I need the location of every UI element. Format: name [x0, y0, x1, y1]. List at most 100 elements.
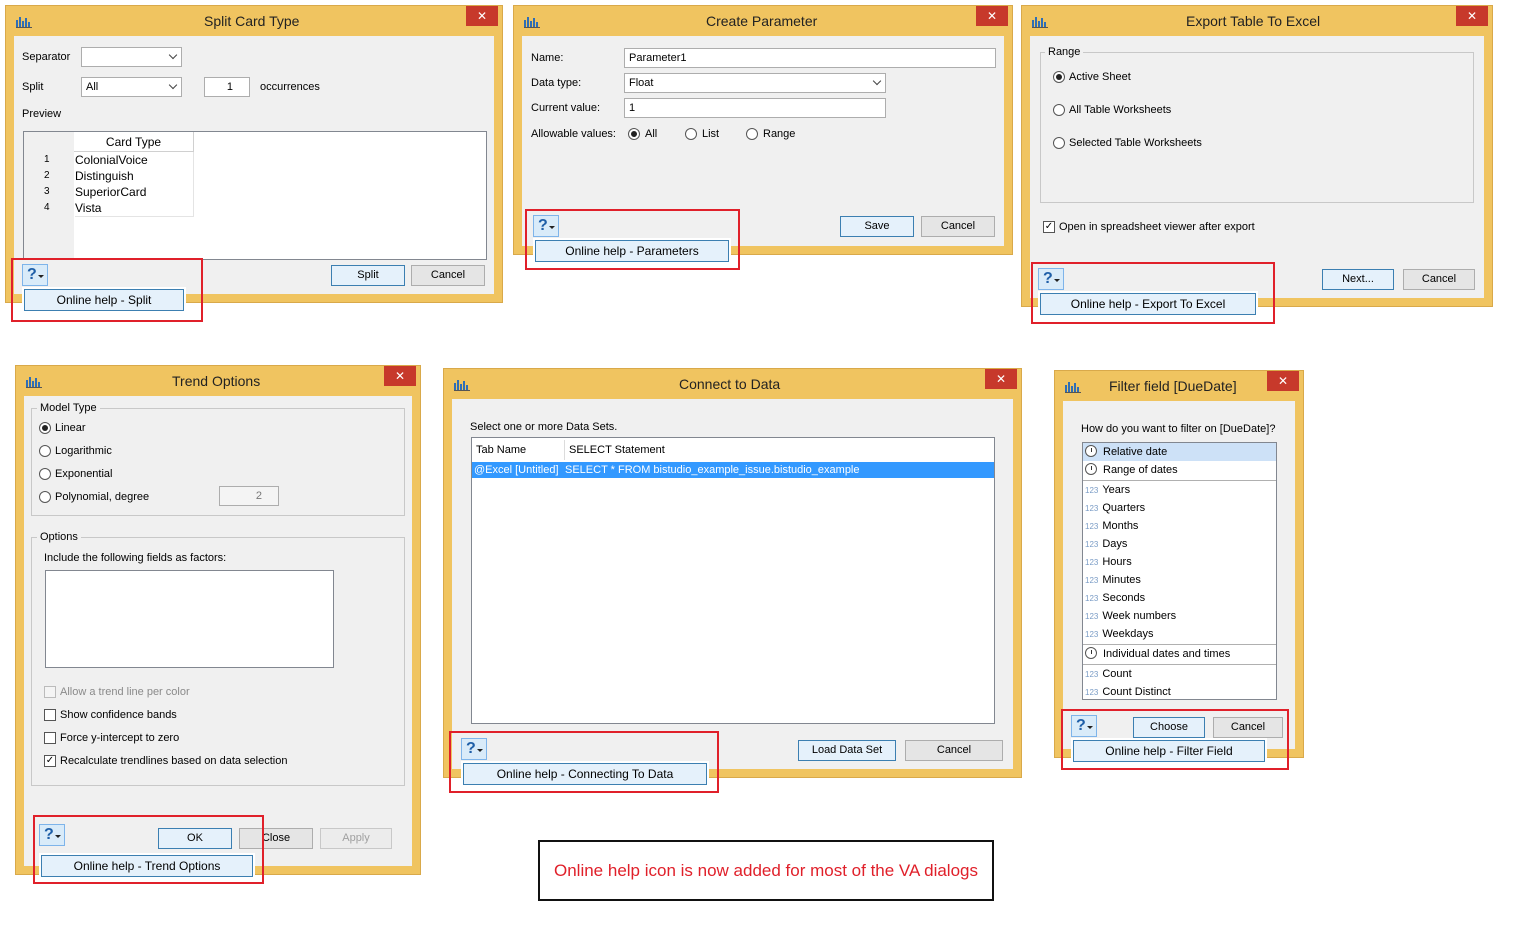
- close-icon[interactable]: ✕: [384, 366, 416, 386]
- number-type-icon: 123: [1085, 522, 1099, 531]
- question-mark-icon: ?: [1043, 270, 1053, 287]
- cancel-button[interactable]: Cancel: [1403, 269, 1475, 290]
- load-dataset-button[interactable]: Load Data Set: [798, 740, 896, 761]
- list-item[interactable]: Range of dates: [1083, 461, 1276, 479]
- chart-app-icon: [1065, 382, 1081, 393]
- occurrences-stepper[interactable]: 1: [204, 77, 250, 97]
- title-bar[interactable]: Connect to Data ✕: [444, 369, 1021, 399]
- list-item[interactable]: 123 Quarters: [1083, 499, 1276, 517]
- table-row[interactable]: 4 Vista: [24, 200, 194, 217]
- row-number: 2: [44, 170, 50, 181]
- help-dropdown-button[interactable]: ?: [22, 264, 48, 286]
- list-item[interactable]: 123 Weekdays: [1083, 625, 1276, 643]
- dialog-title: Split Card Type: [204, 13, 300, 29]
- help-dropdown-button[interactable]: ?: [461, 738, 487, 760]
- chevron-down-icon: [168, 80, 178, 90]
- current-value-input[interactable]: 1: [624, 98, 886, 118]
- table-row[interactable]: 2 Distinguish: [24, 168, 194, 185]
- save-button[interactable]: Save: [840, 216, 914, 237]
- number-type-icon: 123: [1085, 594, 1099, 603]
- radio-active-sheet[interactable]: [1053, 71, 1065, 83]
- select-datasets-label: Select one or more Data Sets.: [470, 421, 618, 433]
- title-bar[interactable]: Filter field [DueDate] ✕: [1055, 371, 1303, 401]
- list-item[interactable]: 123 Seconds: [1083, 589, 1276, 607]
- chart-app-icon: [26, 377, 42, 388]
- radio-all-worksheets-label: All Table Worksheets: [1069, 104, 1172, 116]
- list-item[interactable]: 123 Minutes: [1083, 571, 1276, 589]
- title-bar[interactable]: Create Parameter ✕: [514, 6, 1012, 36]
- online-help-menu-item[interactable]: Online help - Parameters: [535, 240, 729, 262]
- online-help-menu-item[interactable]: Online help - Filter Field: [1073, 740, 1265, 762]
- help-dropdown-button[interactable]: ?: [533, 215, 559, 237]
- radio-list[interactable]: [685, 128, 697, 140]
- factors-list[interactable]: [45, 570, 334, 668]
- title-bar[interactable]: Export Table To Excel ✕: [1022, 6, 1492, 36]
- range-label: Range: [1045, 46, 1084, 58]
- recalculate-checkbox[interactable]: ✓: [44, 755, 56, 767]
- list-item[interactable]: 123 Count: [1083, 665, 1276, 683]
- help-dropdown-button[interactable]: ?: [1071, 715, 1097, 737]
- list-item[interactable]: 123 Years: [1083, 481, 1276, 499]
- radio-linear-label: Linear: [55, 422, 86, 434]
- data-type-combo[interactable]: Float: [624, 73, 886, 93]
- help-dropdown-button[interactable]: ?: [39, 824, 65, 846]
- dropdown-arrow-icon: [549, 226, 555, 229]
- cancel-button[interactable]: Cancel: [921, 216, 995, 237]
- online-help-menu-item[interactable]: Online help - Trend Options: [41, 855, 253, 877]
- cancel-button[interactable]: Cancel: [905, 740, 1003, 761]
- confidence-bands-checkbox[interactable]: [44, 709, 56, 721]
- list-item[interactable]: Relative date: [1083, 443, 1276, 461]
- column-header: Card Type: [74, 132, 194, 152]
- close-icon[interactable]: ✕: [976, 6, 1008, 26]
- question-mark-icon: ?: [538, 217, 548, 234]
- list-item[interactable]: 123 Count Distinct: [1083, 683, 1276, 701]
- list-item[interactable]: 123 Hours: [1083, 553, 1276, 571]
- online-help-menu-item[interactable]: Online help - Export To Excel: [1040, 293, 1256, 315]
- dropdown-arrow-icon: [1087, 726, 1093, 729]
- radio-polynomial[interactable]: [39, 491, 51, 503]
- online-help-menu-item[interactable]: Online help - Split: [24, 289, 184, 311]
- help-dropdown-button[interactable]: ?: [1038, 268, 1064, 290]
- radio-logarithmic[interactable]: [39, 445, 51, 457]
- intercept-zero-checkbox[interactable]: [44, 732, 56, 744]
- list-item[interactable]: Individual dates and times: [1083, 645, 1276, 663]
- current-value-label: Current value:: [531, 102, 601, 114]
- preview-grid[interactable]: Card Type 1 ColonialVoice 2 Distinguish 3 Sup…: [23, 131, 487, 260]
- split-button[interactable]: Split: [331, 265, 405, 286]
- number-type-icon: 123: [1085, 576, 1099, 585]
- list-item[interactable]: 123 Days: [1083, 535, 1276, 553]
- close-icon[interactable]: ✕: [985, 369, 1017, 389]
- table-row[interactable]: 3 SuperiorCard: [24, 184, 194, 201]
- title-bar[interactable]: Split Card Type ✕: [6, 6, 502, 36]
- list-item[interactable]: 123 Week numbers: [1083, 607, 1276, 625]
- radio-all-worksheets[interactable]: [1053, 104, 1065, 116]
- row-select-statement: SELECT * FROM bistudio_example_issue.bis…: [565, 464, 860, 476]
- apply-button[interactable]: Apply: [320, 828, 392, 849]
- trend-per-color-checkbox[interactable]: [44, 686, 56, 698]
- close-icon[interactable]: ✕: [466, 6, 498, 26]
- list-item-label: Week numbers: [1102, 610, 1177, 622]
- list-item[interactable]: 123 Months: [1083, 517, 1276, 535]
- radio-range[interactable]: [746, 128, 758, 140]
- radio-all[interactable]: [628, 128, 640, 140]
- next-button[interactable]: Next...: [1322, 269, 1394, 290]
- close-icon[interactable]: ✕: [1267, 371, 1299, 391]
- filter-method-list[interactable]: Relative date Range of dates 123 Years 123 Qu…: [1082, 442, 1277, 700]
- split-combo[interactable]: All: [81, 77, 182, 97]
- table-row[interactable]: @Excel [Untitled] SELECT * FROM bistudio…: [472, 462, 994, 478]
- table-row[interactable]: 1 ColonialVoice: [24, 152, 194, 169]
- degree-stepper[interactable]: 2: [219, 486, 279, 506]
- cancel-button[interactable]: Cancel: [411, 265, 485, 286]
- question-mark-icon: ?: [1076, 717, 1086, 734]
- name-input[interactable]: Parameter1: [624, 48, 996, 68]
- close-icon[interactable]: ✕: [1456, 6, 1488, 26]
- datasets-table[interactable]: Tab Name SELECT Statement @Excel [Untitl…: [471, 437, 995, 724]
- open-viewer-checkbox[interactable]: ✓: [1043, 221, 1055, 233]
- separator-combo[interactable]: [81, 47, 182, 67]
- title-bar[interactable]: Trend Options ✕: [16, 366, 420, 396]
- radio-selected-worksheets[interactable]: [1053, 137, 1065, 149]
- data-type-label: Data type:: [531, 77, 582, 89]
- radio-linear[interactable]: [39, 422, 51, 434]
- radio-exponential[interactable]: [39, 468, 51, 480]
- online-help-menu-item[interactable]: Online help - Connecting To Data: [463, 763, 707, 785]
